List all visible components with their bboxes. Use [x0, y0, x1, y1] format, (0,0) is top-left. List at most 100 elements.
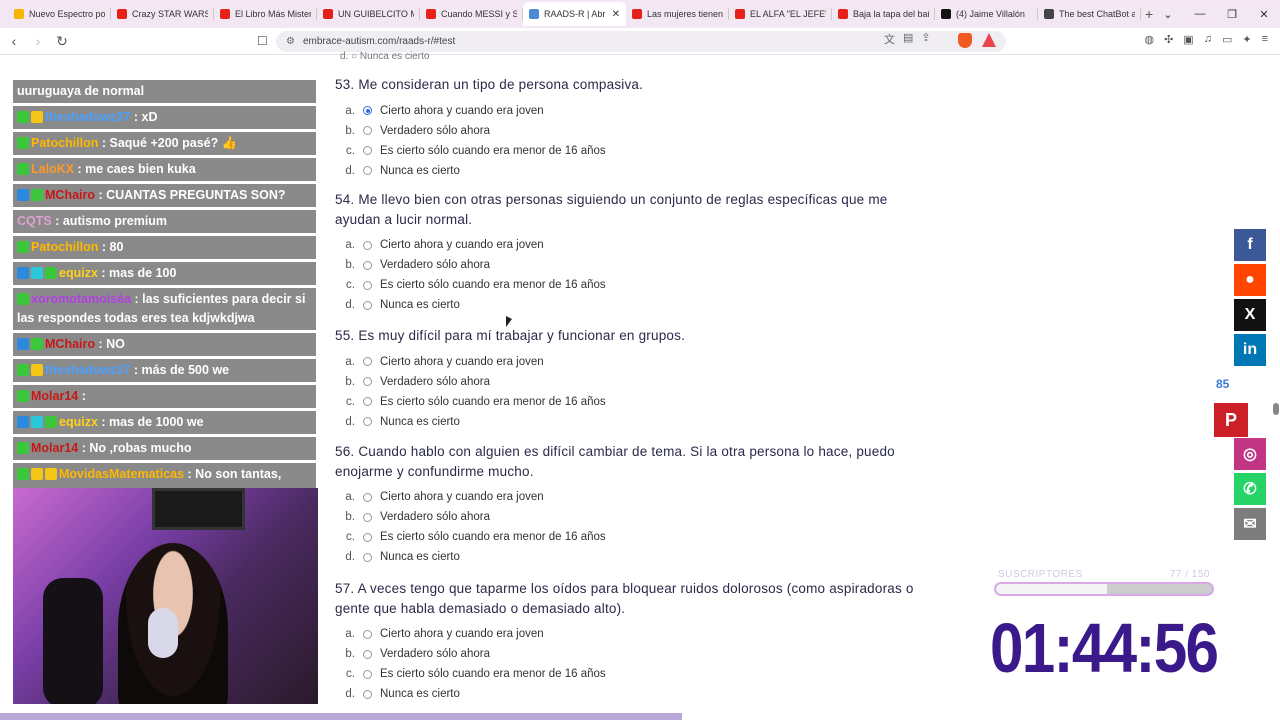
- answer-option[interactable]: b. Verdadero sólo ahora: [335, 372, 925, 392]
- radio-button[interactable]: [363, 106, 372, 115]
- option-letter: a.: [345, 239, 355, 251]
- radio-button[interactable]: [363, 649, 372, 659]
- answer-option[interactable]: c. Es cierto sólo cuando era menor de 16 …: [335, 275, 925, 295]
- share-icon[interactable]: ⇪: [921, 31, 930, 47]
- sidebar-icon[interactable]: ▣: [1183, 33, 1193, 46]
- answer-option[interactable]: a. Cierto ahora y cuando era joven: [335, 235, 925, 255]
- answer-option[interactable]: d. Nunca es cierto: [335, 295, 925, 315]
- answer-option[interactable]: c. Es cierto sólo cuando era menor de 16 …: [335, 527, 925, 547]
- media-icon[interactable]: ♫: [1204, 33, 1212, 46]
- browser-tab[interactable]: Baja la tapa del baño: [832, 2, 935, 26]
- browser-tab[interactable]: Las mujeres tienen: [626, 2, 729, 26]
- answer-option[interactable]: b. Verdadero sólo ahora: [335, 507, 925, 527]
- facebook-share-button[interactable]: f: [1234, 229, 1266, 261]
- pinterest-share-button[interactable]: P: [1214, 403, 1248, 437]
- radio-button[interactable]: [363, 417, 372, 426]
- radio-button[interactable]: [363, 260, 372, 270]
- menu-icon[interactable]: ≡: [1262, 33, 1268, 46]
- answer-option[interactable]: c. Es cierto sólo cuando era menor de 16 …: [335, 392, 925, 412]
- answer-option[interactable]: d. Nunca es cierto: [335, 547, 925, 567]
- browser-tab[interactable]: The best ChatBot a: [1038, 2, 1141, 26]
- answer-option[interactable]: a. Cierto ahora y cuando era joven: [335, 101, 925, 121]
- reader-icon[interactable]: ▤: [903, 31, 913, 47]
- radio-button[interactable]: [363, 397, 372, 406]
- reddit-share-button[interactable]: ●: [1234, 264, 1266, 296]
- chat-username: equizx: [59, 266, 98, 280]
- back-button[interactable]: ‹: [4, 33, 24, 49]
- wallet-icon[interactable]: ▭: [1222, 33, 1232, 46]
- answer-option[interactable]: a. Cierto ahora y cuando era joven: [335, 352, 925, 372]
- answer-options: a. Cierto ahora y cuando era joven b. Verda…: [335, 487, 925, 567]
- option-letter: c.: [346, 144, 355, 157]
- radio-button[interactable]: [363, 492, 372, 502]
- tab-favicon-icon: [14, 9, 24, 19]
- monitor-shape: [152, 488, 245, 530]
- chat-badge-icon: [31, 111, 43, 123]
- answer-option[interactable]: c. Es cierto sólo cuando era menor de 16 …: [335, 141, 925, 161]
- chat-text: : Saqué +200 pasé? 👍: [101, 136, 238, 150]
- minimize-button[interactable]: —: [1184, 8, 1216, 20]
- browser-tab[interactable]: Cuando MESSI y SU: [420, 2, 523, 26]
- answer-option[interactable]: b. Verdadero sólo ahora: [335, 255, 925, 275]
- site-info-icon[interactable]: ⚙: [286, 36, 295, 47]
- radio-button[interactable]: [363, 126, 372, 135]
- bookmark-icon[interactable]: ☐: [257, 34, 268, 48]
- extension-icon[interactable]: ◍: [1144, 33, 1154, 46]
- ai-icon[interactable]: ✦: [1242, 33, 1251, 46]
- forward-button[interactable]: ›: [28, 33, 48, 49]
- translate-icon[interactable]: 文: [884, 31, 895, 47]
- radio-button[interactable]: [363, 240, 372, 250]
- tab-title: Nuevo Espectro pol: [29, 9, 105, 19]
- chat-badge-icon: [17, 416, 29, 428]
- browser-tab[interactable]: Nuevo Espectro pol: [8, 2, 111, 26]
- puzzle-icon[interactable]: ✣: [1164, 33, 1173, 46]
- mouse-cursor-icon: [506, 316, 512, 327]
- radio-button[interactable]: [363, 357, 372, 366]
- radio-button[interactable]: [363, 280, 372, 290]
- chat-text: : mas de 1000 we: [101, 415, 204, 429]
- tab-bar: Nuevo Espectro pol Crazy STAR WARS Ri El L…: [0, 0, 1280, 28]
- instagram-share-button[interactable]: ◎: [1234, 438, 1266, 470]
- email-share-button[interactable]: ✉: [1234, 508, 1266, 540]
- reload-button[interactable]: ↻: [52, 33, 72, 50]
- url-text: embrace-autism.com/raads-r/#test: [302, 36, 456, 47]
- browser-tab[interactable]: RAADS-R | Abr ✕: [523, 2, 626, 26]
- chat-badge-icon: [31, 189, 43, 201]
- linkedin-share-button[interactable]: in: [1234, 334, 1266, 366]
- tab-title: Crazy STAR WARS Ri: [132, 9, 208, 19]
- close-window-button[interactable]: ✕: [1248, 8, 1280, 21]
- browser-tab[interactable]: (4) Jaime Villalón: [935, 2, 1038, 26]
- brave-shields-icon[interactable]: [958, 33, 972, 48]
- radio-button[interactable]: [363, 377, 372, 386]
- answer-option[interactable]: b. Verdadero sólo ahora: [335, 121, 925, 141]
- radio-button[interactable]: [363, 629, 372, 639]
- x-share-button[interactable]: X: [1234, 299, 1266, 331]
- radio-button[interactable]: [363, 146, 372, 155]
- answer-option[interactable]: b. Verdadero sólo ahora: [335, 644, 925, 664]
- radio-button[interactable]: [363, 552, 372, 562]
- answer-option[interactable]: d. Nunca es cierto: [335, 412, 925, 432]
- chat-message: Patochillon : 80: [13, 236, 316, 259]
- maximize-button[interactable]: ❐: [1216, 8, 1248, 21]
- answer-option[interactable]: c. Es cierto sólo cuando era menor de 16 …: [335, 664, 925, 684]
- tab-close-icon[interactable]: ✕: [612, 9, 620, 20]
- radio-button[interactable]: [363, 166, 372, 175]
- answer-option[interactable]: d. Nunca es cierto: [335, 684, 925, 704]
- option-letter: b.: [345, 259, 355, 271]
- radio-button[interactable]: [363, 532, 372, 542]
- answer-option[interactable]: d. Nunca es cierto: [335, 161, 925, 181]
- tab-search-icon[interactable]: ⌄: [1152, 8, 1184, 21]
- browser-tab[interactable]: Crazy STAR WARS Ri: [111, 2, 214, 26]
- radio-button[interactable]: [363, 512, 372, 522]
- whatsapp-share-button[interactable]: ✆: [1234, 473, 1266, 505]
- chat-message: theshadowz37 : xD: [13, 106, 316, 129]
- answer-option[interactable]: a. Cierto ahora y cuando era joven: [335, 487, 925, 507]
- browser-tab[interactable]: El Libro Más Mister: [214, 2, 317, 26]
- radio-button[interactable]: [363, 689, 372, 699]
- browser-tab[interactable]: EL ALFA "EL JEFE" -: [729, 2, 832, 26]
- radio-button[interactable]: [363, 300, 372, 310]
- browser-tab[interactable]: UN GUIBELCITO ME: [317, 2, 420, 26]
- radio-button[interactable]: [363, 669, 372, 679]
- scrollbar-thumb[interactable]: [1273, 403, 1279, 415]
- answer-option[interactable]: a. Cierto ahora y cuando era joven: [335, 624, 925, 644]
